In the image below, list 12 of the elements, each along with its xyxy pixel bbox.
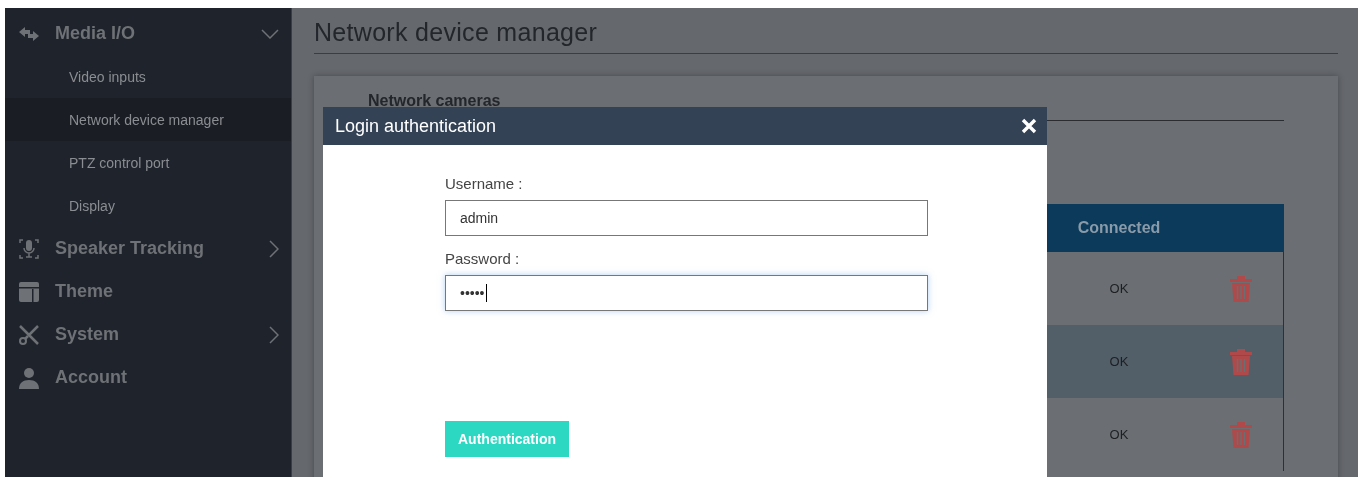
sidebar-item-label: Speaker Tracking (55, 238, 206, 259)
sidebar-item-label: Media I/O (55, 23, 136, 44)
table-cell: OK (1109, 281, 1129, 296)
field-label: Password : (445, 250, 521, 267)
sidebar-item-label: Account (55, 367, 128, 388)
page-title: Network device manager (314, 18, 1338, 54)
sidebar-item-label: System (55, 324, 121, 345)
sidebar-item-label: Theme (55, 281, 115, 302)
table-cell: OK (1109, 354, 1129, 369)
column-header: Connected (1076, 219, 1162, 237)
table-cell: OK (1109, 427, 1129, 442)
field-label: Username : (445, 175, 524, 192)
